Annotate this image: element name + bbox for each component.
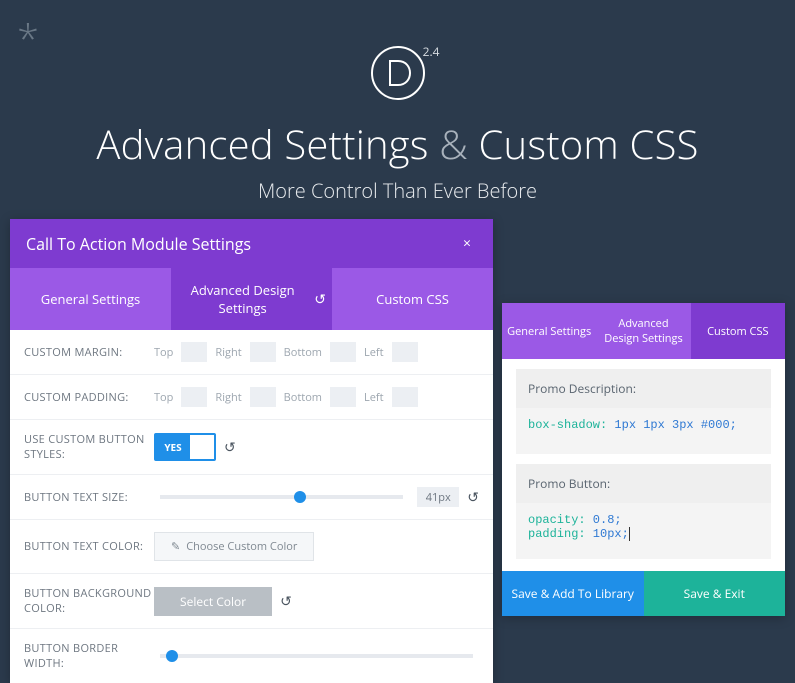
close-icon[interactable]: × bbox=[457, 232, 477, 255]
border-width-slider[interactable] bbox=[160, 654, 473, 658]
panel-tabbar: General Settings Advanced Design Setting… bbox=[502, 303, 785, 359]
promo-button-textarea[interactable]: opacity: 0.8;padding: 10px; bbox=[516, 503, 771, 559]
reset-icon[interactable]: ↺ bbox=[224, 438, 236, 457]
margin-top-input[interactable] bbox=[181, 342, 207, 362]
padding-bottom-input[interactable] bbox=[330, 387, 356, 407]
text-size-value[interactable]: 41px bbox=[417, 487, 459, 507]
hero: 2.4 Advanced Settings & Custom CSS More … bbox=[0, 0, 795, 204]
promo-description-block: Promo Description: box-shadow: 1px 1px 3… bbox=[502, 359, 785, 454]
hero-title: Advanced Settings & Custom CSS bbox=[0, 116, 795, 171]
select-color-button[interactable]: Select Color bbox=[154, 587, 272, 616]
asterisk-decor: * bbox=[17, 10, 39, 65]
choose-color-button[interactable]: ✎ Choose Custom Color bbox=[154, 532, 314, 561]
promo-description-textarea[interactable]: box-shadow: 1px 1px 3px #000; bbox=[516, 408, 771, 454]
field-button-background-color: BUTTON BACKGROUND COLOR: Select Color ↺ bbox=[10, 574, 493, 629]
module-settings-modal: Call To Action Module Settings × General… bbox=[10, 219, 493, 683]
field-use-custom-button-styles: USE CUSTOM BUTTON STYLES: YES ↺ bbox=[10, 420, 493, 475]
promo-description-label: Promo Description: bbox=[516, 369, 771, 408]
reset-icon[interactable]: ↺ bbox=[280, 592, 292, 611]
margin-right-input[interactable] bbox=[250, 342, 276, 362]
promo-button-label: Promo Button: bbox=[516, 464, 771, 503]
field-button-text-color: BUTTON TEXT COLOR: ✎ Choose Custom Color bbox=[10, 520, 493, 574]
field-button-border-width: BUTTON BORDER WIDTH: bbox=[10, 629, 493, 683]
field-custom-padding: CUSTOM PADDING: Top Right Bottom Left bbox=[10, 375, 493, 420]
eyedropper-icon: ✎ bbox=[171, 539, 180, 554]
hero-logo: 2.4 bbox=[370, 45, 426, 101]
modal-tabbar: General Settings Advanced Design Setting… bbox=[10, 268, 493, 330]
tab-advanced-design[interactable]: Advanced Design Settings ↺ bbox=[171, 268, 332, 330]
field-button-text-size: BUTTON TEXT SIZE: 41px ↺ bbox=[10, 475, 493, 520]
reset-icon[interactable]: ↺ bbox=[314, 290, 326, 309]
modal-title: Call To Action Module Settings bbox=[26, 233, 251, 255]
version-badge: 2.4 bbox=[423, 43, 440, 60]
margin-left-input[interactable] bbox=[392, 342, 418, 362]
margin-bottom-input[interactable] bbox=[330, 342, 356, 362]
hero-subtitle: More Control Than Ever Before bbox=[0, 177, 795, 204]
custom-button-styles-toggle[interactable]: YES bbox=[154, 433, 216, 461]
reset-icon[interactable]: ↺ bbox=[467, 488, 479, 507]
d-logo-icon bbox=[370, 45, 426, 101]
save-add-library-button[interactable]: Save & Add To Library bbox=[502, 571, 644, 616]
text-size-slider[interactable] bbox=[160, 495, 403, 499]
tab-custom-css[interactable]: Custom CSS bbox=[691, 303, 785, 359]
padding-top-input[interactable] bbox=[181, 387, 207, 407]
promo-button-block: Promo Button: opacity: 0.8;padding: 10px… bbox=[502, 454, 785, 559]
tab-advanced-design[interactable]: Advanced Design Settings bbox=[596, 303, 690, 359]
save-exit-button[interactable]: Save & Exit bbox=[644, 571, 786, 616]
field-custom-margin: CUSTOM MARGIN: Top Right Bottom Left bbox=[10, 330, 493, 375]
padding-left-input[interactable] bbox=[392, 387, 418, 407]
panel-footer: Save & Add To Library Save & Exit bbox=[502, 571, 785, 616]
tab-general-settings[interactable]: General Settings bbox=[502, 303, 596, 359]
padding-right-input[interactable] bbox=[250, 387, 276, 407]
custom-css-panel: General Settings Advanced Design Setting… bbox=[502, 303, 785, 616]
modal-header: Call To Action Module Settings × bbox=[10, 219, 493, 268]
tab-general-settings[interactable]: General Settings bbox=[10, 268, 171, 330]
tab-custom-css[interactable]: Custom CSS bbox=[332, 268, 493, 330]
